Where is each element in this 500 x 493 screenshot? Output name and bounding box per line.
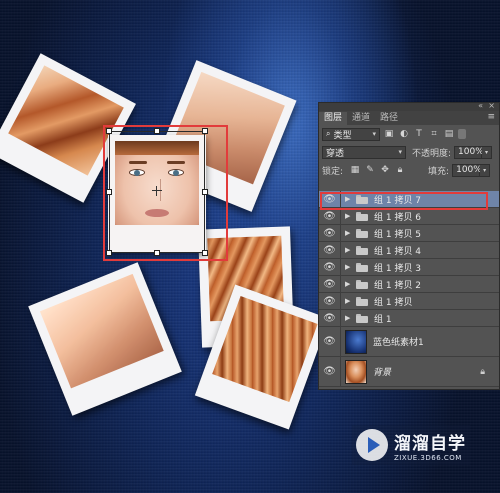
blend-opacity-row: 穿透 ▾ 不透明度: 100% ▾ <box>319 143 499 161</box>
filter-kind-dropdown[interactable]: ⌕ 类型 ▾ <box>322 127 380 141</box>
fill-input[interactable]: 100% <box>452 163 482 177</box>
filter-pixel-icon[interactable]: ▣ <box>383 128 395 140</box>
folder-icon <box>356 279 368 289</box>
panel-title-bar[interactable]: « × <box>319 101 499 111</box>
layer-name: 组 1 拷贝 4 <box>374 246 422 257</box>
folder-icon <box>356 313 368 323</box>
highlight-box-layer <box>320 192 488 210</box>
layer-row-group-copy[interactable]: 👁︎ ▶ 组 1 拷贝 <box>319 292 499 310</box>
opacity-input[interactable]: 100% <box>454 145 484 159</box>
opacity-slider-icon[interactable]: ▾ <box>482 145 493 159</box>
layer-row-group-copy-2[interactable]: 👁︎ ▶ 组 1 拷贝 2 <box>319 275 499 293</box>
filter-adjustment-icon[interactable]: ◐ <box>398 128 410 140</box>
expand-triangle-icon[interactable]: ▶ <box>345 263 353 271</box>
fill-label: 填充: <box>428 166 450 177</box>
chevron-down-icon: ▾ <box>398 148 402 156</box>
expand-triangle-icon[interactable]: ▶ <box>345 280 353 288</box>
opacity-label: 不透明度: <box>412 148 452 159</box>
filter-toggle-icon[interactable] <box>458 129 466 139</box>
expand-triangle-icon[interactable]: ▶ <box>345 314 353 322</box>
layer-name: 组 1 拷贝 2 <box>374 280 422 291</box>
fill-slider-icon[interactable]: ▾ <box>480 163 491 177</box>
layer-row-blue-paper[interactable]: 👁︎ 蓝色纸素材1 <box>319 326 499 357</box>
tab-channels[interactable]: 通道 <box>347 112 375 125</box>
visibility-eye-icon[interactable]: 👁︎ <box>319 207 341 225</box>
polaroid-image <box>212 295 318 403</box>
expand-triangle-icon[interactable]: ▶ <box>345 246 353 254</box>
opacity-value: 100% <box>458 147 484 157</box>
layer-name: 蓝色纸素材1 <box>373 338 424 348</box>
lock-icon: 🔒︎ <box>480 366 485 377</box>
visibility-eye-icon[interactable]: 👁︎ <box>319 275 341 293</box>
tab-layers[interactable]: 图层 <box>319 112 348 125</box>
layer-row-group-copy-3[interactable]: 👁︎ ▶ 组 1 拷贝 3 <box>319 258 499 276</box>
layer-row-background[interactable]: 👁︎ 背景 🔒︎ <box>319 356 499 387</box>
lock-position-icon[interactable]: ✥ <box>379 164 391 176</box>
expand-triangle-icon[interactable]: ▶ <box>345 297 353 305</box>
lock-fill-row: 锁定: ▦ ✎ ✥ 🔒︎ 填充: 100% ▾ <box>319 161 499 179</box>
layer-name: 组 1 <box>374 314 392 325</box>
play-logo-icon <box>356 429 388 461</box>
filter-row: ⌕ 类型 ▾ ▣ ◐ T ⌗ ▤ <box>319 125 499 143</box>
layer-name: 组 1 拷贝 <box>374 297 413 308</box>
layer-name: 组 1 拷贝 6 <box>374 212 422 223</box>
blend-mode-dropdown[interactable]: 穿透 ▾ <box>322 145 406 159</box>
filter-shape-icon[interactable]: ⌗ <box>428 128 440 140</box>
folder-icon <box>356 245 368 255</box>
lock-transparent-pixels-icon[interactable]: ▦ <box>349 164 361 176</box>
lock-image-pixels-icon[interactable]: ✎ <box>364 164 376 176</box>
layer-list: 👁︎ ▶ 组 1 拷贝 7 👁︎ ▶ 组 1 拷贝 6 👁︎ ▶ 组 1 拷贝 … <box>319 190 499 391</box>
lock-label: 锁定: <box>322 166 344 177</box>
lock-all-icon[interactable]: 🔒︎ <box>394 164 406 176</box>
folder-icon <box>356 211 368 221</box>
collapse-panel-icon[interactable]: « <box>478 101 483 110</box>
panel-menu-icon[interactable]: ≡ <box>487 112 495 122</box>
highlight-box-canvas <box>103 125 228 261</box>
expand-triangle-icon[interactable]: ▶ <box>345 229 353 237</box>
watermark: 溜溜自学 ZIXUE.3D66.COM <box>352 425 470 465</box>
filter-smart-object-icon[interactable]: ▤ <box>443 128 455 140</box>
filter-type-icon[interactable]: T <box>413 128 425 140</box>
layer-row-group-1[interactable]: 👁︎ ▶ 组 1 <box>319 309 499 327</box>
search-icon: ⌕ <box>326 129 331 138</box>
tab-paths[interactable]: 路径 <box>375 112 403 125</box>
blend-mode-value: 穿透 <box>326 148 345 159</box>
layer-row-group-copy-4[interactable]: 👁︎ ▶ 组 1 拷贝 4 <box>319 241 499 259</box>
layer-thumbnail <box>345 359 367 384</box>
polaroid-image <box>39 273 164 389</box>
layer-name: 组 1 拷贝 5 <box>374 229 422 240</box>
folder-icon <box>356 228 368 238</box>
expand-triangle-icon[interactable]: ▶ <box>345 212 353 220</box>
layer-thumbnail <box>345 329 367 354</box>
fill-value: 100% <box>456 165 482 175</box>
visibility-eye-icon[interactable]: 👁︎ <box>319 258 341 276</box>
layer-name: 背景 <box>373 368 392 378</box>
visibility-eye-icon[interactable]: 👁︎ <box>319 309 341 327</box>
panel-tabs: 图层 通道 路径 ≡ <box>319 111 499 125</box>
visibility-eye-icon[interactable]: 👁︎ <box>319 356 341 387</box>
watermark-title: 溜溜自学 <box>394 433 466 454</box>
chevron-down-icon: ▾ <box>372 130 376 138</box>
layer-name: 组 1 拷贝 3 <box>374 263 422 274</box>
polaroid-neck-bottom-left[interactable] <box>28 262 182 416</box>
watermark-url: ZIXUE.3D66.COM <box>394 453 462 462</box>
folder-icon <box>356 296 368 306</box>
filter-kind-label: 类型 <box>333 130 352 141</box>
folder-icon <box>356 262 368 272</box>
visibility-eye-icon[interactable]: 👁︎ <box>319 292 341 310</box>
close-panel-icon[interactable]: × <box>488 101 495 110</box>
layer-row-group-copy-5[interactable]: 👁︎ ▶ 组 1 拷贝 5 <box>319 224 499 242</box>
visibility-eye-icon[interactable]: 👁︎ <box>319 326 341 357</box>
visibility-eye-icon[interactable]: 👁︎ <box>319 241 341 259</box>
visibility-eye-icon[interactable]: 👁︎ <box>319 224 341 242</box>
layer-row-group-copy-6[interactable]: 👁︎ ▶ 组 1 拷贝 6 <box>319 207 499 225</box>
layers-panel: « × 图层 通道 路径 ≡ ⌕ 类型 ▾ ▣ ◐ T ⌗ ▤ 穿透 ▾ 不透明… <box>318 101 500 391</box>
